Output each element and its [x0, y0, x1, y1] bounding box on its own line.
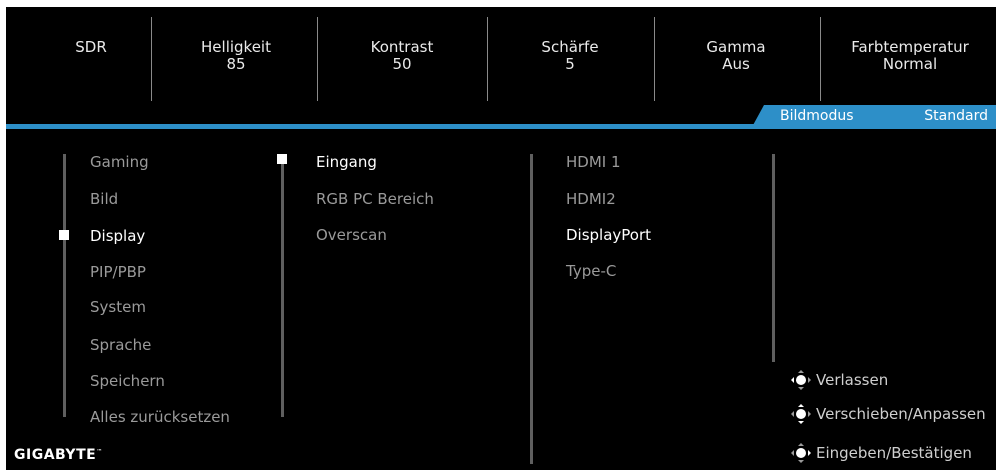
- option-hdmi1[interactable]: HDMI 1: [566, 153, 621, 171]
- menu-item-display[interactable]: Display: [90, 227, 145, 245]
- submenu-item-input[interactable]: Eingang: [316, 153, 377, 171]
- status-hdr-label: SDR: [75, 38, 107, 56]
- option-hdmi2[interactable]: HDMI2: [566, 190, 616, 208]
- submenu-item-rgb-range[interactable]: RGB PC Bereich: [316, 190, 434, 208]
- menu-item-gaming[interactable]: Gaming: [90, 153, 149, 171]
- hint-move-adjust-label: Verschieben/Anpassen: [816, 405, 986, 423]
- status-contrast: Kontrast 50: [332, 39, 472, 73]
- status-bar: SDR Helligkeit 85 Kontrast 50 Schärfe 5 …: [6, 7, 996, 107]
- status-brightness: Helligkeit 85: [166, 39, 306, 73]
- column-divider: [63, 154, 66, 417]
- submenu-item-overscan[interactable]: Overscan: [316, 226, 387, 244]
- status-divider: [487, 17, 488, 101]
- menu-item-picture[interactable]: Bild: [90, 190, 118, 208]
- status-gamma: Gamma Aus: [666, 39, 806, 73]
- tab-corner: [752, 105, 764, 127]
- hint-exit-label: Verlassen: [816, 371, 889, 389]
- status-divider: [654, 17, 655, 101]
- osd-panel: SDR Helligkeit 85 Kontrast 50 Schärfe 5 …: [6, 7, 996, 470]
- status-color-temp-value: Normal: [882, 55, 938, 73]
- status-brightness-value: 85: [226, 55, 246, 73]
- joystick-move-icon: [791, 404, 811, 424]
- menu-item-language[interactable]: Sprache: [90, 336, 151, 354]
- status-color-temp-label: Farbtemperatur: [851, 38, 969, 56]
- option-displayport[interactable]: DisplayPort: [566, 226, 651, 244]
- status-contrast-label: Kontrast: [370, 38, 434, 56]
- status-gamma-label: Gamma: [706, 38, 766, 56]
- hint-enter-confirm-label: Eingeben/Bestätigen: [816, 444, 972, 462]
- joystick-press-icon: [791, 443, 811, 463]
- status-sharpness: Schärfe 5: [500, 39, 640, 73]
- joystick-left-icon: [791, 370, 811, 390]
- menu-item-pip-pbp[interactable]: PIP/PBP: [90, 263, 146, 281]
- status-sharpness-value: 5: [565, 55, 575, 73]
- status-brightness-label: Helligkeit: [201, 38, 271, 56]
- status-divider: [820, 17, 821, 101]
- logo-text: GIGABYTE: [14, 447, 97, 463]
- selection-marker-icon: [59, 230, 69, 240]
- menu-item-save[interactable]: Speichern: [90, 372, 165, 390]
- trademark-mark: ™: [96, 448, 103, 456]
- status-gamma-value: Aus: [722, 55, 750, 73]
- column-divider: [530, 154, 533, 464]
- status-divider: [317, 17, 318, 101]
- status-contrast-value: 50: [392, 55, 412, 73]
- picture-mode-tab: Bildmodus Standard: [752, 105, 996, 127]
- selection-marker-icon: [277, 154, 287, 164]
- picture-mode-label: Bildmodus: [780, 108, 854, 124]
- status-divider: [151, 17, 152, 101]
- picture-mode-value: Standard: [924, 108, 988, 124]
- column-divider: [281, 154, 284, 417]
- option-type-c[interactable]: Type-C: [566, 262, 616, 280]
- menu-item-reset-all[interactable]: Alles zurücksetzen: [90, 408, 230, 426]
- status-hdr: SDR: [36, 39, 146, 56]
- gigabyte-logo: GIGABYTE™: [14, 447, 103, 463]
- menu-item-system[interactable]: System: [90, 298, 146, 316]
- column-divider: [772, 154, 775, 362]
- status-sharpness-label: Schärfe: [541, 38, 599, 56]
- status-color-temp: Farbtemperatur Normal: [830, 39, 990, 73]
